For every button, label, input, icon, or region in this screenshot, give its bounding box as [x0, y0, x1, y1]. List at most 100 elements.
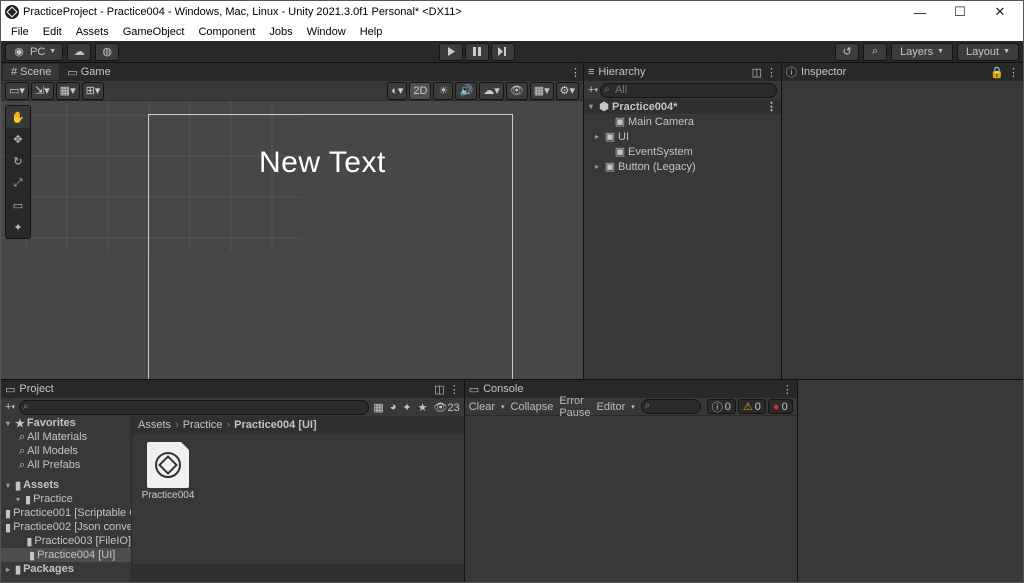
filter-icon[interactable]: ◕ [390, 401, 397, 413]
context-menu-icon[interactable]: ⋮ [1008, 66, 1019, 79]
hierarchy-item-button[interactable]: ▸ ▣ Button (Legacy) [584, 159, 781, 174]
crumb-practice[interactable]: Practice [183, 419, 223, 431]
move-tool[interactable]: ✥ [6, 128, 30, 150]
audio-toggle[interactable]: 🔊 [455, 82, 477, 100]
inspector-panel: ⓘInspector 🔒⋮ [782, 63, 1023, 379]
layers-dropdown[interactable]: Layers▼ [891, 43, 953, 61]
titlebar: PracticeProject - Practice004 - Windows,… [1, 1, 1023, 23]
panel-maximize-icon[interactable]: ◫ [434, 383, 444, 396]
hierarchy-tree: ▾ ⬢ Practice004* ⋮ ▣ Main Camera ▸ ▣ UI [584, 99, 781, 379]
project-create-dropdown[interactable]: +▾ [5, 401, 15, 413]
layout-dropdown[interactable]: Layout▼ [957, 43, 1019, 61]
assets-header[interactable]: ▾▮Assets [1, 478, 131, 492]
2d-toggle[interactable]: 2D [409, 82, 431, 100]
shading-mode-button[interactable]: ◐▾ [387, 82, 407, 100]
tab-game[interactable]: ▭Game [59, 64, 118, 81]
hierarchy-item-eventsystem[interactable]: ▣ EventSystem [584, 144, 781, 159]
menu-jobs[interactable]: Jobs [263, 26, 298, 38]
error-count-badge[interactable]: ●0 [768, 399, 793, 414]
rotate-tool[interactable]: ↻ [6, 150, 30, 172]
main-toolbar: ◉PC▼ ☁ ◍ ↺ ⌕ Layers▼ Layout▼ [1, 41, 1023, 63]
snap-increment-button[interactable]: ⊞▾ [82, 82, 105, 100]
menu-file[interactable]: File [5, 26, 35, 38]
filter-tag-icon[interactable]: ✦ [402, 401, 411, 414]
gizmos-button[interactable]: ⚙▾ [556, 82, 579, 100]
menu-edit[interactable]: Edit [37, 26, 68, 38]
eye-icon: 👁 [510, 84, 524, 97]
fx-toggle[interactable]: ☁▾ [479, 82, 504, 100]
canvas-text-object[interactable]: New Text [259, 146, 386, 180]
warn-count-badge[interactable]: ⚠0 [738, 399, 766, 414]
hierarchy-scene-row[interactable]: ▾ ⬢ Practice004* ⋮ [584, 99, 781, 114]
console-errorpause-button[interactable]: Error Pause [559, 395, 590, 419]
favorite-icon[interactable]: ★ [418, 401, 428, 414]
rect-tool[interactable]: ▭ [6, 194, 30, 216]
search-scope-icon[interactable]: ▦ [373, 401, 383, 414]
context-menu-icon[interactable]: ⋮ [782, 383, 793, 396]
create-dropdown[interactable]: +▾ [588, 84, 598, 96]
console-editor-dropdown[interactable]: Editor [597, 401, 626, 413]
play-button[interactable] [439, 43, 463, 61]
fav-all-materials[interactable]: ⌕All Materials [1, 430, 131, 444]
close-button[interactable]: ✕ [987, 3, 1013, 21]
menu-assets[interactable]: Assets [70, 26, 115, 38]
minimize-button[interactable]: — [907, 3, 933, 21]
console-search[interactable] [641, 399, 701, 414]
crumb-assets[interactable]: Assets [138, 419, 171, 431]
pivot-button[interactable]: ⇲▾ [31, 82, 54, 100]
scene-viewport[interactable]: New Text ✋ ✥ ↻ ⤢ ▭ ✦ [1, 101, 583, 379]
info-count-badge[interactable]: ⓘ0 [707, 399, 736, 414]
favorites-header[interactable]: ▾★Favorites [1, 416, 131, 430]
grid-snap-button[interactable]: ▦▾ [56, 82, 80, 100]
menu-gameobject[interactable]: GameObject [117, 26, 191, 38]
visibility-toggle[interactable]: 👁 [506, 82, 528, 100]
star-icon: ★ [15, 417, 25, 430]
hand-tool[interactable]: ✋ [6, 106, 30, 128]
scene-context-icon[interactable]: ⋮ [766, 100, 781, 113]
lock-icon[interactable]: 🔒 [990, 66, 1004, 79]
lighting-toggle[interactable]: ☀ [433, 82, 453, 100]
menu-window[interactable]: Window [301, 26, 352, 38]
folder-practice003[interactable]: ▮Practice003 [FileIO] [1, 534, 131, 548]
undo-history-button[interactable]: ↺ [835, 43, 859, 61]
folder-practice001[interactable]: ▮Practice001 [Scriptable O [1, 506, 131, 520]
packages-header[interactable]: ▸▮Packages [1, 562, 131, 576]
maximize-button[interactable]: ☐ [947, 3, 973, 21]
search-button[interactable]: ⌕ [863, 43, 887, 61]
menu-component[interactable]: Component [192, 26, 261, 38]
console-collapse-button[interactable]: Collapse [511, 401, 554, 413]
pause-button[interactable] [465, 43, 489, 61]
tab-scene[interactable]: #Scene [3, 64, 59, 80]
console-clear-button[interactable]: Clear [469, 401, 495, 413]
fav-all-models[interactable]: ⌕All Models [1, 444, 131, 458]
context-menu-icon[interactable]: ⋮ [766, 66, 777, 79]
hierarchy-item-ui[interactable]: ▸ ▣ UI [584, 129, 781, 144]
folder-practice[interactable]: ▾▮Practice [1, 492, 131, 506]
project-assets-grid[interactable]: Practice004 [132, 434, 464, 564]
menu-help[interactable]: Help [354, 26, 389, 38]
menubar: File Edit Assets GameObject Component Jo… [1, 23, 1023, 41]
account-button[interactable]: ◉PC▼ [5, 43, 63, 61]
context-menu-icon[interactable]: ⋮ [570, 66, 581, 79]
hierarchy-item-main-camera[interactable]: ▣ Main Camera [584, 114, 781, 129]
scene-icon: # [11, 66, 17, 78]
crumb-current[interactable]: Practice004 [UI] [234, 419, 317, 431]
project-search[interactable] [19, 400, 369, 415]
folder-practice002[interactable]: ▮Practice002 [Json conve [1, 520, 131, 534]
transform-tool[interactable]: ✦ [6, 216, 30, 238]
asset-scene-practice004[interactable]: Practice004 [140, 442, 196, 501]
camera-button[interactable]: ▦▾ [530, 82, 554, 100]
console-body[interactable] [465, 416, 797, 582]
context-menu-icon[interactable]: ⋮ [449, 383, 460, 396]
hidden-count-icon[interactable]: 👁23 [433, 401, 459, 414]
panel-maximize-icon[interactable]: ◫ [752, 66, 762, 79]
fav-all-prefabs[interactable]: ⌕All Prefabs [1, 458, 131, 472]
cloud-button[interactable]: ☁ [67, 43, 91, 61]
cloud-icon: ☁ [72, 45, 86, 59]
scale-tool[interactable]: ⤢ [6, 172, 30, 194]
folder-practice004[interactable]: ▮Practice004 [UI] [1, 548, 131, 562]
services-button[interactable]: ◍ [95, 43, 119, 61]
step-button[interactable] [491, 43, 515, 61]
hierarchy-search[interactable]: All [600, 83, 777, 98]
tool-handle-button[interactable]: ▭▾ [5, 82, 29, 100]
